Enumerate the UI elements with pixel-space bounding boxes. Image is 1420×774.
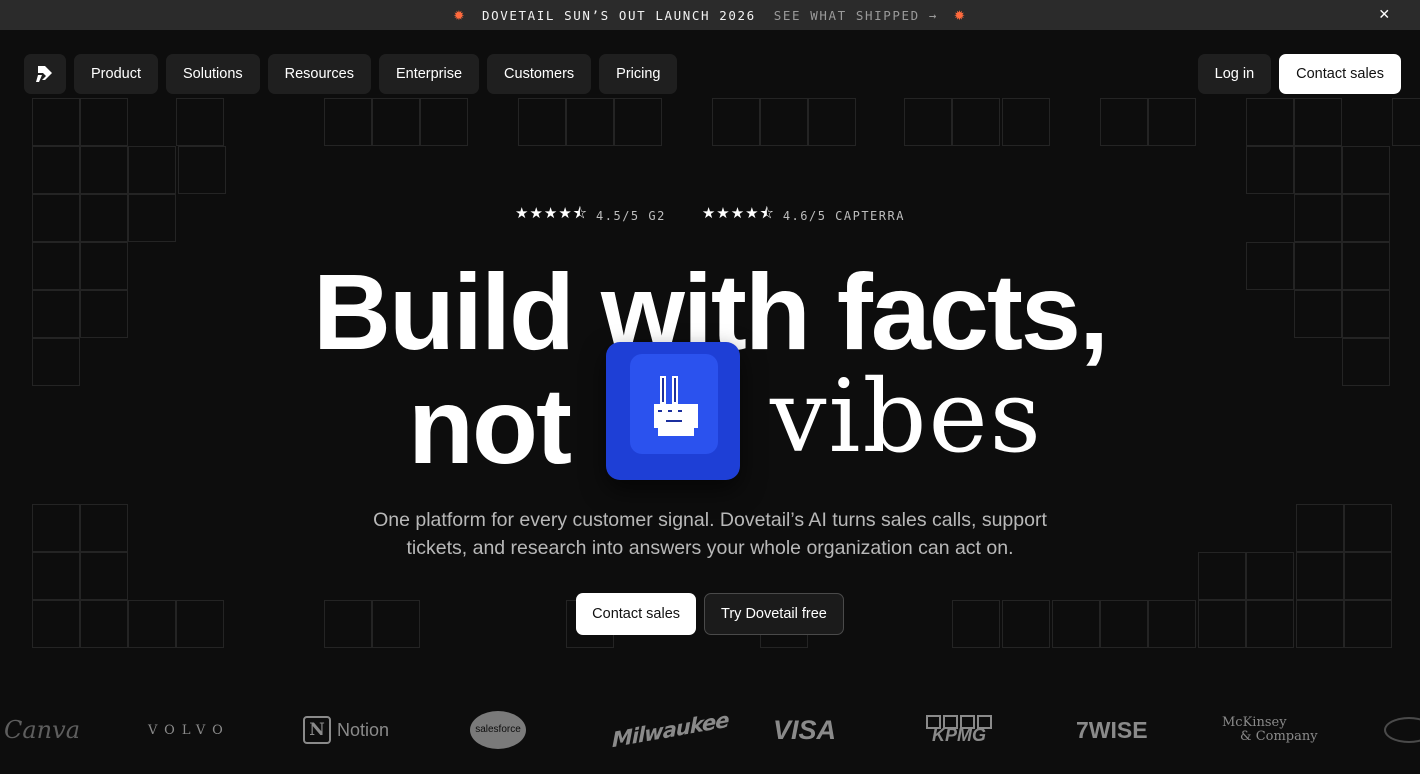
nav-item-enterprise[interactable]: Enterprise — [378, 54, 480, 94]
close-icon[interactable]: ✕ — [1376, 6, 1394, 24]
contact-sales-button[interactable]: Contact sales — [1279, 54, 1401, 94]
announcement-title: DOVETAIL SUN’S OUT LAUNCH 2026 — [481, 7, 756, 23]
hero-headline-line2: not vibes — [0, 342, 1420, 482]
ratings-row: ★★★★⯪ 4.5/5 G2 ★★★★⯪ 4.6/5 CAPTERRA — [0, 203, 1420, 228]
logo-wise: 7WISE — [1076, 716, 1148, 743]
dovetail-logo-icon — [36, 66, 52, 82]
hero-subtitle-line2: tickets, and research into answers your … — [406, 537, 1014, 559]
top-nav: Product Solutions Resources Enterprise C… — [24, 54, 1401, 94]
rating-capterra: ★★★★⯪ 4.6/5 CAPTERRA — [702, 203, 905, 228]
logo-notion: N Notion — [303, 700, 389, 760]
nav-item-solutions[interactable]: Solutions — [165, 54, 260, 94]
sun-icon: ✹ — [954, 4, 967, 25]
contact-sales-cta[interactable]: Contact sales — [576, 593, 697, 635]
hero-word-vibes: vibes — [770, 358, 1043, 475]
rating-g2: ★★★★⯪ 4.5/5 G2 — [515, 203, 666, 228]
hero-word-not: not — [408, 365, 572, 486]
rating-score: 4.6/5 CAPTERRA — [782, 208, 905, 223]
logo-volvo: VOLVO — [148, 722, 230, 738]
logo-canva: Canva — [4, 716, 80, 744]
try-free-cta[interactable]: Try Dovetail free — [704, 593, 844, 635]
nav-item-pricing[interactable]: Pricing — [599, 54, 678, 94]
login-button[interactable]: Log in — [1197, 54, 1272, 94]
logo-partial — [1384, 700, 1420, 760]
keycap-graphic — [606, 342, 740, 480]
notion-icon: N — [303, 716, 331, 744]
logo-visa: VISA — [773, 714, 837, 745]
announcement-bar: ✹ DOVETAIL SUN’S OUT LAUNCH 2026 SEE WHA… — [0, 0, 1420, 30]
rating-score: 4.5/5 G2 — [596, 208, 666, 223]
logo-salesforce: salesforce — [470, 700, 526, 760]
nav-item-customers[interactable]: Customers — [487, 54, 592, 94]
star-rating-icon: ★★★★⯪ — [701, 204, 775, 222]
nav-item-product[interactable]: Product — [74, 54, 158, 94]
hero-cta-group: Contact sales Try Dovetail free — [0, 593, 1420, 635]
customer-logos: Canva VOLVO N Notion salesforce Milwauke… — [0, 700, 1420, 760]
logo-milwaukee: Milwaukee — [612, 707, 729, 753]
nav-item-resources[interactable]: Resources — [267, 54, 371, 94]
dovetail-logo[interactable] — [24, 54, 66, 94]
hero-subtitle-line1: One platform for every customer signal. … — [373, 509, 1047, 531]
logo-mckinsey: McKinsey & Company — [1222, 715, 1318, 744]
peace-hand-icon — [654, 376, 698, 436]
sun-icon: ✹ — [453, 4, 466, 25]
logo-kpmg: KPMG — [926, 700, 992, 760]
hero-subtitle: One platform for every customer signal. … — [310, 506, 1110, 562]
announcement-link[interactable]: SEE WHAT SHIPPED → — [774, 8, 938, 23]
star-rating-icon: ★★★★⯪ — [515, 204, 589, 222]
